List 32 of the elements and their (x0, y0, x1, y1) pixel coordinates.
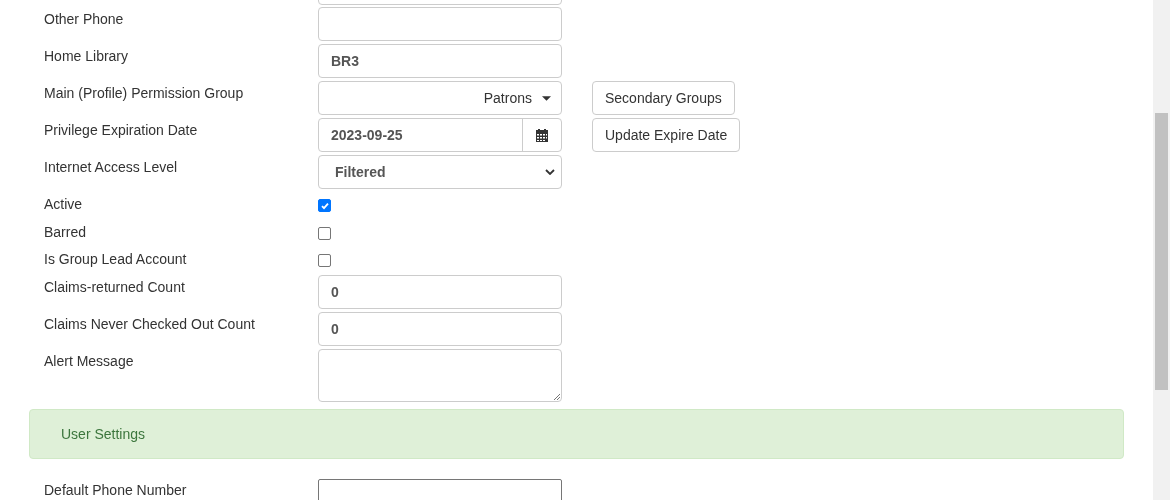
scrollbar-thumb[interactable] (1155, 113, 1168, 390)
field-label: Main (Profile) Permission Group (43, 84, 245, 101)
scrollbar[interactable] (1153, 0, 1170, 500)
field-label: Claims Never Checked Out Count (43, 314, 256, 332)
field-label: Is Group Lead Account (43, 250, 188, 267)
input-field[interactable]: 0 (318, 274, 562, 309)
field-label: Home Library (43, 47, 130, 64)
date-field[interactable]: 2023-09-25 (318, 118, 562, 152)
checkbox[interactable] (318, 254, 331, 267)
resize-grip-icon[interactable] (552, 391, 560, 400)
input-field[interactable]: BR3 (318, 44, 562, 78)
field-label: Other Phone (43, 10, 125, 27)
checkbox[interactable] (318, 226, 331, 240)
field-label: Barred (43, 222, 88, 240)
calendar-icon (536, 128, 548, 142)
chevron-icon (545, 169, 555, 175)
caret-icon (542, 95, 551, 101)
field-label: Internet Access Level (43, 158, 179, 175)
checkbox[interactable] (318, 199, 331, 212)
action-button[interactable]: Update Expire Date (592, 118, 741, 152)
input-field[interactable] (318, 478, 562, 500)
input-field[interactable]: 0 (318, 311, 562, 346)
dropdown-button[interactable]: Patrons (318, 81, 562, 115)
select-field[interactable]: Filtered (318, 155, 562, 189)
input-field[interactable] (318, 7, 562, 41)
field-label: Privilege Expiration Date (43, 121, 199, 138)
field-label: Default Phone Number (43, 480, 188, 498)
field-label: Claims-returned Count (43, 277, 186, 295)
action-button[interactable]: Secondary Groups (592, 81, 735, 115)
section-title: User Settings (61, 425, 146, 442)
field-label: Alert Message (43, 351, 135, 369)
field-label: Active (43, 195, 84, 212)
